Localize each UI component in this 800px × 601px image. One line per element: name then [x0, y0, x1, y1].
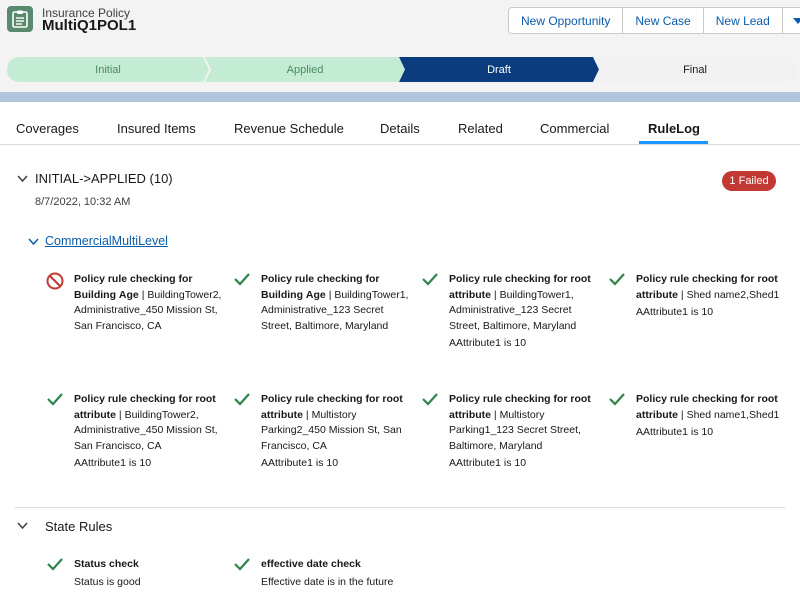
rule-title: effective date check	[261, 558, 361, 570]
check-icon	[234, 393, 250, 406]
check-icon	[47, 558, 63, 571]
rule-result: AAttribute1 is 10	[449, 457, 527, 469]
rule-result: AAttribute1 is 10	[74, 457, 152, 469]
section-band	[0, 92, 800, 102]
stage-path: Initial Applied Draft Final	[7, 57, 797, 82]
tab-related[interactable]: Related	[458, 121, 503, 136]
clipboard-icon	[7, 6, 33, 32]
rule-title: Status check	[74, 558, 139, 570]
rule-title-tail: Age	[305, 288, 326, 301]
check-icon	[609, 273, 625, 286]
tab-rulelog[interactable]: RuleLog	[648, 121, 700, 136]
tab-insured-items[interactable]: Insured Items	[117, 121, 196, 136]
active-tab-indicator	[639, 141, 708, 144]
check-icon	[422, 393, 438, 406]
stage-applied[interactable]: Applied	[205, 57, 405, 82]
tab-revenue-schedule[interactable]: Revenue Schedule	[234, 121, 344, 136]
tab-coverages[interactable]: Coverages	[16, 121, 79, 136]
tab-bar: Coverages Insured Items Revenue Schedule…	[0, 113, 800, 145]
new-case-button[interactable]: New Case	[623, 8, 704, 33]
more-actions-button[interactable]	[783, 8, 800, 33]
action-button-group: New Opportunity New Case New Lead	[508, 7, 800, 34]
rule-detail: | Shed name1,Shed1	[680, 408, 780, 421]
check-icon	[422, 273, 438, 286]
rule-result: AAttribute1 is 10	[449, 337, 527, 349]
stage-draft[interactable]: Draft	[399, 57, 599, 82]
chevron-down-icon[interactable]	[17, 175, 28, 183]
timestamp: 8/7/2022, 10:32 AM	[35, 196, 131, 208]
new-lead-button[interactable]: New Lead	[704, 8, 783, 33]
status-badge: 1 Failed	[722, 171, 776, 191]
stage-initial[interactable]: Initial	[7, 57, 209, 82]
new-opportunity-button[interactable]: New Opportunity	[509, 8, 624, 33]
blocked-icon	[46, 272, 64, 290]
record-header: Insurance Policy MultiQ1POL1 New Opportu…	[0, 0, 800, 47]
tab-commercial[interactable]: Commercial	[540, 121, 609, 136]
section-divider	[15, 507, 785, 508]
record-name: MultiQ1POL1	[42, 17, 137, 34]
rule-detail: | Shed name2,Shed1	[680, 288, 780, 301]
rule-result: AAttribute1 is 10	[261, 457, 339, 469]
rule-result: Status is good	[74, 575, 141, 588]
tab-details[interactable]: Details	[380, 121, 420, 136]
rule-title-tail: Age	[118, 288, 139, 301]
rule-result: AAttribute1 is 10	[636, 306, 714, 318]
transition-title[interactable]: INITIAL->APPLIED (10)	[35, 171, 173, 186]
check-icon	[609, 393, 625, 406]
check-icon	[234, 558, 250, 571]
stage-final[interactable]: Final	[593, 57, 797, 82]
check-icon	[234, 273, 250, 286]
chevron-down-icon	[792, 17, 800, 24]
chevron-down-icon[interactable]	[17, 522, 28, 530]
chevron-down-icon[interactable]	[28, 238, 39, 246]
rule-result: Effective date is in the future	[261, 575, 394, 588]
check-icon	[47, 393, 63, 406]
rule-result: AAttribute1 is 10	[636, 426, 714, 438]
rule-group-link[interactable]: CommercialMultiLevel	[45, 234, 168, 248]
state-rules-title[interactable]: State Rules	[45, 519, 112, 534]
